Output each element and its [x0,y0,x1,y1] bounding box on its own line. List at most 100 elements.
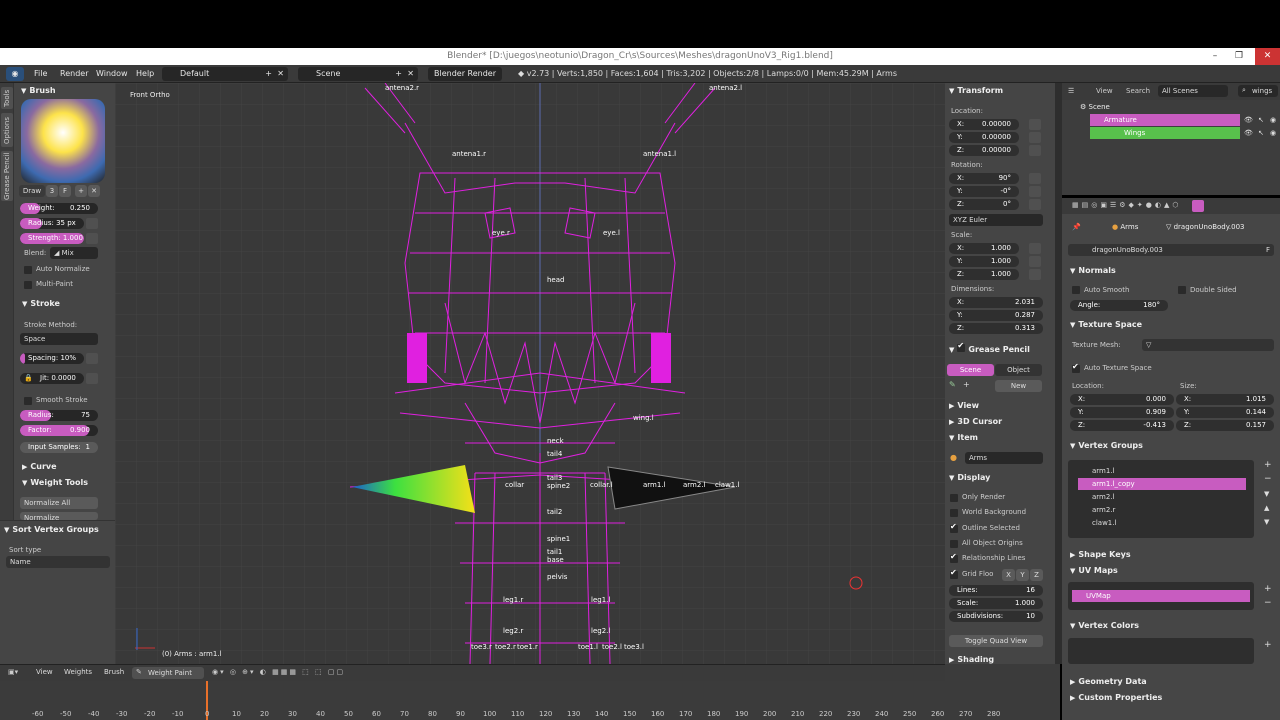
render-camera-icon[interactable]: ◉ [1270,116,1276,124]
relationship-lines-checkbox[interactable] [950,552,958,563]
texture-space-header[interactable]: ▼ Texture Space [1070,320,1142,329]
tab-tools[interactable]: Tools [1,87,13,109]
list-item[interactable]: arm1.l_copy [1078,478,1246,490]
context-tab-icons[interactable]: ▦▤◎▣☰⚙◆✦●◐▲⬡ [1072,201,1181,209]
lock-icon[interactable] [1029,269,1041,280]
data-tab-icon[interactable] [1192,200,1204,212]
rotation-mode-dropdown[interactable]: XYZ Euler [949,214,1043,226]
vertex-groups-header[interactable]: ▼ Vertex Groups [1070,441,1143,450]
smooth-stroke-checkbox[interactable] [24,397,32,405]
close-icon[interactable]: ✕ [407,67,414,81]
pressure-icon[interactable] [86,373,98,384]
spacing-slider[interactable]: Spacing: 10% [20,353,84,364]
mode-dropdown[interactable]: Weight Paint [132,667,204,679]
add-icon[interactable]: + [75,185,87,197]
scale-x-field[interactable]: X: 1.000 [949,243,1019,254]
tex-location-x-field[interactable]: X: 0.000 [1070,394,1174,405]
add-icon[interactable]: + [1264,460,1272,470]
gp-object-toggle[interactable]: Object [995,364,1042,376]
tex-location-z-field[interactable]: Z: -0.413 [1070,420,1174,431]
pin-icon[interactable]: 📌 [1072,223,1081,231]
pencil-icon[interactable]: ✎ [949,380,956,389]
rotation-x-field[interactable]: X: 90° [949,173,1019,184]
menu-render[interactable]: Render [60,67,88,81]
tab-grease-pencil[interactable]: Grease Pencil [1,151,13,201]
3d-cursor-header[interactable]: ▶ 3D Cursor [949,417,1002,426]
gp-scene-toggle[interactable]: Scene [947,364,994,376]
pressure-icon[interactable] [86,218,98,229]
brush-header[interactable]: ▼ Brush [21,86,56,95]
menu-file[interactable]: File [34,67,47,81]
lock-icon[interactable] [1029,199,1041,210]
scale-z-field[interactable]: Z: 1.000 [949,269,1019,280]
add-icon[interactable]: + [1264,640,1272,650]
lock-icon[interactable]: 🔒 [24,374,33,382]
vertex-color-list[interactable] [1068,638,1254,664]
maximize-icon[interactable]: ❐ [1230,48,1248,65]
add-icon[interactable]: + [265,67,272,81]
add-icon[interactable]: + [1264,584,1272,594]
axis-x-toggle[interactable]: X [1002,569,1015,581]
brush-users[interactable]: 3 [46,185,58,197]
smooth-radius-slider[interactable]: Radius: 75 [20,410,98,421]
toggle-quad-view-button[interactable]: Toggle Quad View [949,635,1043,647]
chevron-down-icon[interactable]: ▼ [1264,490,1269,498]
weight-tools-header[interactable]: ▼ Weight Tools [22,478,88,487]
all-object-origins-checkbox[interactable] [950,540,958,548]
lock-icon[interactable] [1029,186,1041,197]
curve-header[interactable]: ▶ Curve [22,462,57,471]
lock-icon[interactable] [1029,243,1041,254]
outliner-search-menu[interactable]: Search [1126,87,1150,95]
minimize-icon[interactable]: – [1206,48,1224,65]
rotation-z-field[interactable]: Z: 0° [949,199,1019,210]
menu-help[interactable]: Help [136,67,154,81]
menu-view[interactable]: View [36,668,53,676]
weight-slider[interactable]: Weight: 0.250 [20,203,98,214]
location-y-field[interactable]: Y: 0.00000 [949,132,1019,143]
tex-size-y-field[interactable]: Y: 0.144 [1176,407,1274,418]
display-header[interactable]: ▼ Display [949,473,990,482]
outliner-view-menu[interactable]: View [1096,87,1113,95]
autosmooth-angle-field[interactable]: Angle: 180° [1070,300,1168,311]
vertex-group-list[interactable]: arm1.l arm1.l_copy arm2.l arm2.r claw1.l [1068,460,1254,538]
strength-slider[interactable]: Strength: 1.000 [20,233,84,244]
tab-options[interactable]: Options [1,113,13,147]
axis-y-toggle[interactable]: Y [1016,569,1029,581]
transform-header[interactable]: ▼ Transform [949,86,1003,95]
lock-icon[interactable] [1029,256,1041,267]
dimension-z-field[interactable]: Z: 0.313 [949,323,1043,334]
mesh-datablock-field[interactable]: dragonUnoBody.003 F [1068,244,1274,256]
brush-fake-user[interactable]: F [59,185,71,197]
vertex-colors-header[interactable]: ▼ Vertex Colors [1070,621,1139,630]
grid-subdivisions-field[interactable]: Subdivisions: 10 [949,611,1043,622]
geometry-data-header[interactable]: ▶ Geometry Data [1070,677,1147,686]
dimension-x-field[interactable]: X: 2.031 [949,297,1043,308]
shading-header[interactable]: ▶ Shading [949,655,994,664]
display-mode-dropdown[interactable]: All Scenes [1158,85,1228,97]
outline-selected-checkbox[interactable] [950,522,958,533]
fake-user-toggle[interactable]: F [1266,244,1270,256]
radius-slider[interactable]: Radius: 35 px [20,218,84,229]
grid-lines-field[interactable]: Lines: 16 [949,585,1043,596]
editor-type-icon[interactable]: ▣▾ [8,668,18,676]
blender-icon[interactable]: ◉ [6,67,24,81]
uv-maps-header[interactable]: ▼ UV Maps [1070,566,1118,575]
select-arrow-icon[interactable]: ↖ [1258,129,1264,137]
grease-pencil-header[interactable]: ▼ Grease Pencil [949,341,1030,354]
tex-location-y-field[interactable]: Y: 0.909 [1070,407,1174,418]
list-item[interactable]: arm2.r [1078,504,1246,516]
location-x-field[interactable]: X: 0.00000 [949,119,1019,130]
grid-scale-field[interactable]: Scale: 1.000 [949,598,1043,609]
render-camera-icon[interactable]: ◉ [1270,129,1276,137]
chevron-up-icon[interactable]: ▲ [1264,504,1269,512]
close-icon[interactable]: ✕ [88,185,100,197]
texture-mesh-field[interactable]: ▽ [1142,339,1274,351]
remove-icon[interactable]: − [1264,474,1272,484]
visibility-eye-icon[interactable]: 👁 [1244,116,1253,124]
lock-icon[interactable] [1029,119,1041,130]
brush-name-field[interactable]: Draw [19,185,45,197]
display-mode-icon[interactable]: ☰ [1068,87,1074,95]
only-render-checkbox[interactable] [950,494,958,502]
list-item[interactable]: arm1.l [1078,465,1246,477]
menu-brush[interactable]: Brush [104,668,124,676]
